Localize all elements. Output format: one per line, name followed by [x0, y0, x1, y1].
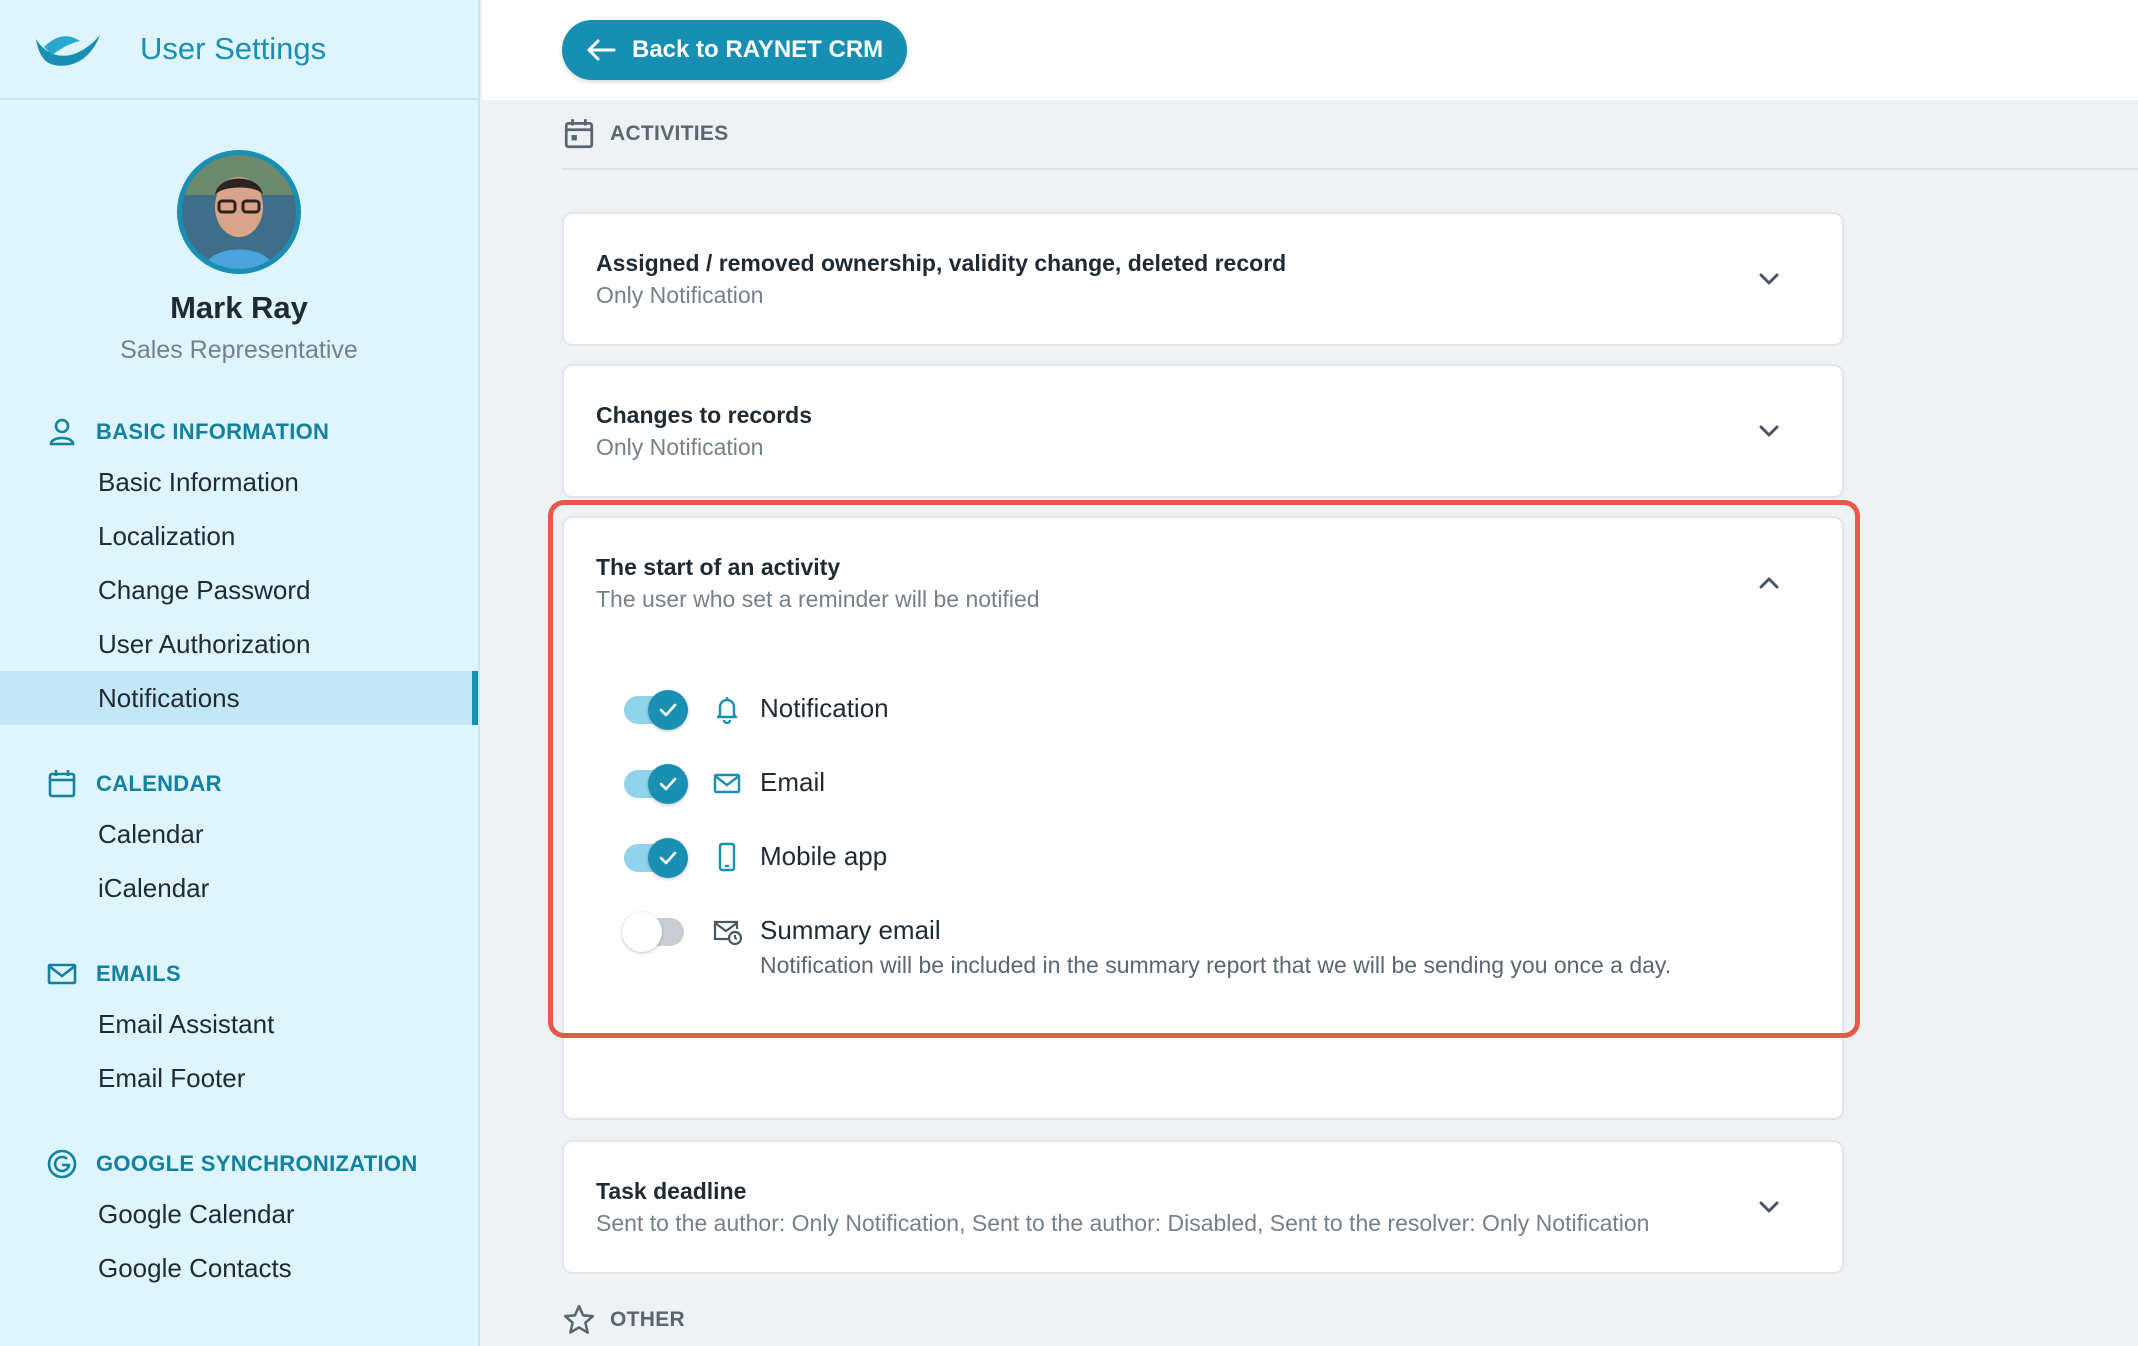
section-title-calendar: CALENDAR — [0, 761, 478, 807]
phone-icon — [718, 842, 736, 872]
user-role: Sales Representative — [120, 336, 358, 364]
check-icon — [659, 777, 677, 791]
star-icon — [563, 1304, 595, 1334]
sidebar-item-localization[interactable]: Localization — [0, 509, 478, 563]
card-subtitle: The user who set a reminder will be noti… — [596, 586, 1040, 612]
other-heading: OTHER — [562, 1286, 2138, 1346]
calendar-icon — [48, 770, 76, 798]
sidebar-header: User Settings — [0, 0, 478, 100]
avatar-photo — [182, 155, 296, 269]
card-subtitle: Sent to the author: Only Notification, S… — [596, 1210, 1650, 1236]
option-summary-email: Summary email Notification will be inclu… — [622, 912, 1672, 979]
chevron-down-icon[interactable] — [1754, 1192, 1784, 1222]
option-mobile-app: Mobile app — [624, 838, 888, 878]
app-title: User Settings — [140, 31, 327, 66]
avatar[interactable] — [177, 150, 301, 274]
main-content: ACTIVITIES Assigned / removed ownership,… — [482, 100, 2138, 1346]
option-label: Email — [760, 767, 826, 797]
sidebar-item-google-contacts[interactable]: Google Contacts — [0, 1241, 478, 1295]
mail-icon — [47, 963, 77, 985]
section-title-google-synchronization: GOOGLE SYNCHRONIZATION — [0, 1141, 478, 1187]
calendar-icon — [564, 119, 594, 149]
nav-section-basic-information: BASIC INFORMATION Basic Information Loca… — [0, 409, 478, 725]
notification-toggle[interactable] — [624, 690, 690, 730]
chevron-up-icon[interactable] — [1754, 568, 1784, 598]
sidebar: User Settings Mark Ray Sales Representat… — [0, 0, 480, 1346]
notification-card-task-deadline[interactable]: Task deadline Sent to the author: Only N… — [562, 1140, 1844, 1274]
summary-email-toggle[interactable] — [622, 912, 690, 952]
back-to-crm-button[interactable]: Back to RAYNET CRM — [562, 20, 908, 80]
card-subtitle: Only Notification — [596, 434, 764, 460]
card-title: Assigned / removed ownership, validity c… — [596, 250, 1287, 276]
option-description: Notification will be included in the sum… — [760, 952, 1672, 978]
user-name: Mark Ray — [170, 290, 308, 325]
card-title: Changes to records — [596, 402, 812, 428]
summary-mail-icon — [713, 920, 742, 946]
check-icon — [659, 703, 677, 717]
bell-icon — [716, 697, 738, 724]
google-icon — [47, 1149, 77, 1179]
card-title: The start of an activity — [596, 554, 841, 580]
notification-card-ownership[interactable]: Assigned / removed ownership, validity c… — [562, 212, 1844, 346]
mail-icon — [713, 773, 741, 794]
person-icon — [49, 418, 75, 446]
user-profile: Mark Ray Sales Representative — [0, 100, 478, 365]
option-notification: Notification — [624, 690, 889, 730]
nav-section-google-synchronization: GOOGLE SYNCHRONIZATION Google Calendar G… — [0, 1141, 478, 1295]
sidebar-item-calendar[interactable]: Calendar — [0, 807, 478, 861]
sidebar-item-google-calendar[interactable]: Google Calendar — [0, 1187, 478, 1241]
nav-section-calendar: CALENDAR Calendar iCalendar — [0, 761, 478, 915]
option-email: Email — [624, 764, 826, 804]
sidebar-item-basic-information[interactable]: Basic Information — [0, 455, 478, 509]
section-title-basic-information: BASIC INFORMATION — [0, 409, 478, 455]
option-label: Mobile app — [760, 841, 888, 871]
notification-card-activity-start: The start of an activity The user who se… — [562, 516, 1844, 1120]
sidebar-item-email-assistant[interactable]: Email Assistant — [0, 997, 478, 1051]
sidebar-item-email-footer[interactable]: Email Footer — [0, 1051, 478, 1105]
card-subtitle: Only Notification — [596, 282, 764, 308]
email-toggle[interactable] — [624, 764, 690, 804]
sidebar-item-icalendar[interactable]: iCalendar — [0, 861, 478, 915]
check-icon — [659, 851, 677, 865]
sidebar-item-notifications[interactable]: Notifications — [0, 671, 478, 725]
top-bar: Back to RAYNET CRM — [482, 0, 2138, 100]
activities-heading: ACTIVITIES — [562, 100, 2138, 170]
section-title-emails: EMAILS — [0, 951, 478, 997]
sidebar-item-change-password[interactable]: Change Password — [0, 563, 478, 617]
raynet-logo-icon — [36, 35, 100, 66]
chevron-down-icon[interactable] — [1754, 264, 1784, 294]
option-label: Summary email — [760, 915, 941, 945]
arrow-left-icon — [587, 39, 616, 61]
mobile-app-toggle[interactable] — [624, 838, 690, 878]
chevron-down-icon[interactable] — [1754, 416, 1784, 446]
sidebar-item-user-authorization[interactable]: User Authorization — [0, 617, 478, 671]
notification-card-changes[interactable]: Changes to records Only Notification — [562, 364, 1844, 498]
nav-section-emails: EMAILS Email Assistant Email Footer — [0, 951, 478, 1105]
option-label: Notification — [760, 693, 889, 723]
card-title: Task deadline — [596, 1178, 747, 1204]
